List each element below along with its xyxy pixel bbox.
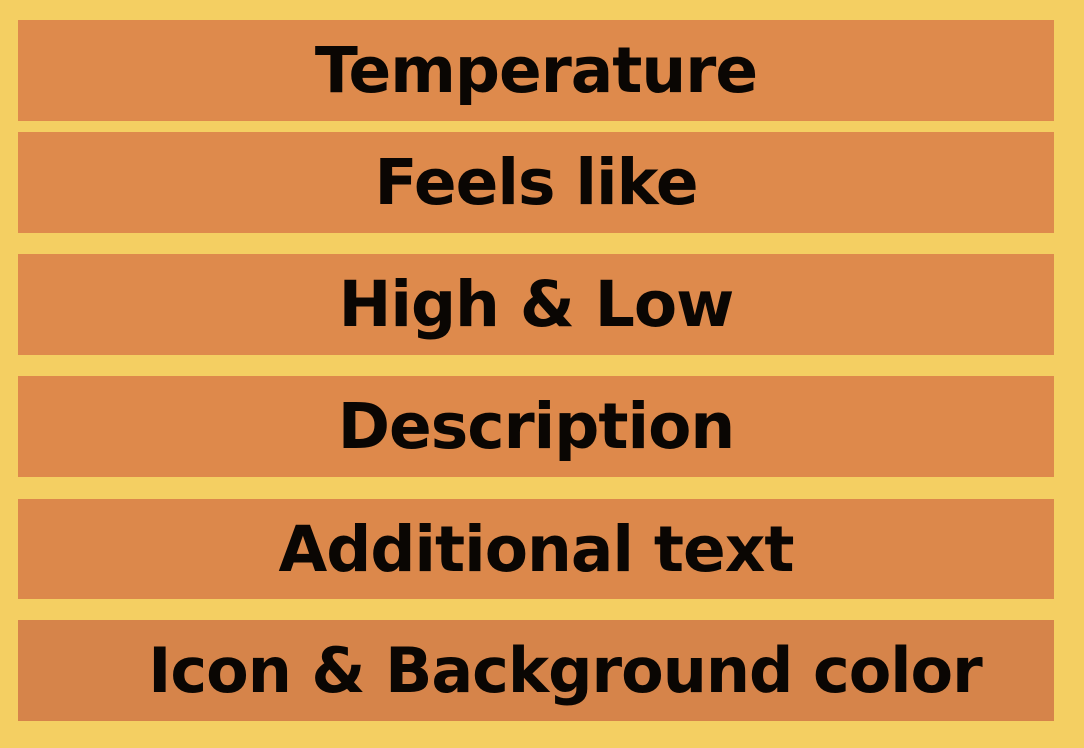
list-item-label: Description [337, 390, 735, 463]
list-item-additional-text: Additional text [18, 499, 1054, 599]
list-item-feels-like: Feels like [18, 132, 1054, 233]
list-item-label: High & Low [338, 268, 735, 341]
list-item-label: Feels like [374, 146, 698, 219]
list-item-label: Additional text [278, 512, 794, 586]
list-item-label: Temperature [314, 34, 758, 107]
list-item-icon-background-color: Icon & Background color [18, 620, 1054, 721]
list-item-label: Icon & Background color [148, 634, 982, 707]
list-item-high-low: High & Low [18, 254, 1054, 355]
list-item-description: Description [18, 376, 1054, 477]
list-item-temperature: Temperature [18, 20, 1054, 121]
